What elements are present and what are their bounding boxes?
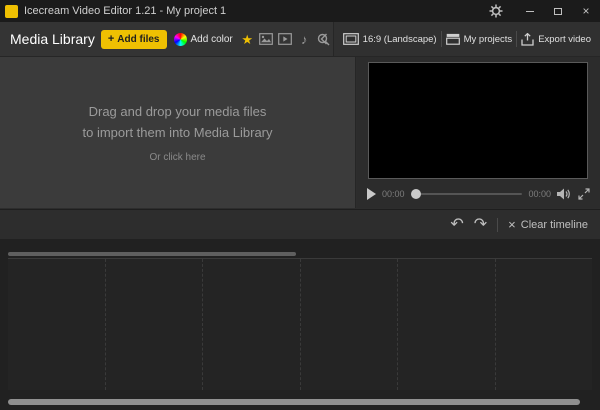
timeline-cell (398, 259, 496, 390)
seek-bar[interactable] (410, 189, 523, 199)
timeline-cell (8, 259, 106, 390)
aspect-ratio-button[interactable]: 16:9 (Landscape) (339, 33, 441, 45)
star-icon: ★ (241, 31, 254, 47)
color-wheel-icon (173, 32, 187, 46)
seek-track (410, 193, 523, 195)
tab-audio[interactable]: ♪ (297, 30, 312, 48)
app-window: Icecream Video Editor 1.21 - My project … (0, 0, 600, 410)
minimize-button[interactable] (516, 0, 544, 22)
panel-title: Media Library (10, 31, 95, 47)
my-projects-label: My projects (463, 33, 513, 45)
timeline-tracks[interactable] (8, 258, 592, 390)
projects-icon (445, 33, 460, 45)
actions-divider (497, 217, 499, 232)
maximize-icon (554, 7, 562, 15)
media-library-toolbar: Media Library + Add files Add color ★ ♪ (0, 22, 334, 56)
toolbar: Media Library + Add files Add color ★ ♪ … (0, 22, 600, 57)
seek-handle[interactable] (410, 189, 421, 199)
settings-gear-icon[interactable] (484, 0, 508, 22)
elapsed-time: 00:00 (382, 189, 405, 199)
timeline-cell (300, 259, 398, 390)
total-time: 00:00 (528, 189, 551, 199)
export-video-label: Export video (538, 33, 591, 45)
titlebar: Icecream Video Editor 1.21 - My project … (0, 0, 600, 22)
tab-images[interactable] (259, 30, 274, 48)
export-icon (521, 32, 534, 46)
or-click-here-link[interactable]: Or click here (149, 152, 205, 163)
add-color-button[interactable]: Add color (173, 32, 233, 46)
timeline-area[interactable] (0, 239, 600, 410)
clear-timeline-label: Clear timeline (520, 218, 588, 231)
window-controls: × (484, 0, 600, 22)
timeline-cell (495, 259, 592, 390)
image-icon (259, 33, 274, 45)
tab-favorites[interactable]: ★ (240, 30, 255, 48)
collapse-panel-button[interactable] (320, 33, 328, 45)
library-tabs: ★ ♪ (240, 30, 331, 48)
preview-toolbar: 16:9 (Landscape) My projects Export vide… (333, 22, 600, 56)
clear-x-icon: × (508, 217, 516, 232)
media-library-dropzone[interactable]: Drag and drop your media files to import… (0, 57, 356, 208)
tab-videos[interactable] (278, 30, 293, 48)
undo-button[interactable]: ↶ (450, 216, 463, 233)
preview-panel: 00:00 00:00 (357, 57, 600, 208)
play-button[interactable] (367, 188, 376, 200)
timeline-track-handle (8, 252, 296, 256)
timeline-cell (105, 259, 203, 390)
drop-line-2: to import them into Media Library (82, 124, 273, 140)
redo-button[interactable]: ↷ (474, 216, 487, 233)
maximize-button[interactable] (544, 0, 572, 22)
plus-icon: + (107, 32, 115, 45)
close-button[interactable]: × (572, 0, 600, 22)
export-video-button[interactable]: Export video (517, 32, 595, 46)
add-files-button[interactable]: + Add files (100, 29, 167, 49)
app-logo-icon (5, 4, 18, 18)
drop-instructions: Drag and drop your media files to import… (82, 102, 272, 142)
fullscreen-icon[interactable] (578, 188, 590, 200)
add-color-label: Add color (190, 33, 233, 45)
timeline-cell (203, 259, 301, 390)
clear-timeline-button[interactable]: × Clear timeline (508, 218, 588, 231)
window-title: Icecream Video Editor 1.21 - My project … (24, 5, 227, 17)
timeline-scrollbar[interactable] (8, 399, 592, 405)
video-icon (278, 33, 293, 45)
minimize-icon (526, 10, 534, 12)
my-projects-button[interactable]: My projects (442, 33, 517, 45)
drop-line-1: Drag and drop your media files (88, 104, 267, 120)
timeline-actions-bar: ↶ ↷ × Clear timeline (0, 209, 600, 239)
chevron-left-icon (320, 33, 327, 45)
player-controls: 00:00 00:00 (357, 182, 600, 206)
aspect-label: 16:9 (Landscape) (362, 33, 437, 45)
film-frame-icon (342, 33, 359, 45)
scrollbar-thumb[interactable] (8, 399, 581, 405)
add-files-label: Add files (117, 33, 160, 45)
music-note-icon: ♪ (301, 31, 308, 47)
volume-icon[interactable] (557, 188, 572, 200)
video-preview (368, 62, 588, 179)
